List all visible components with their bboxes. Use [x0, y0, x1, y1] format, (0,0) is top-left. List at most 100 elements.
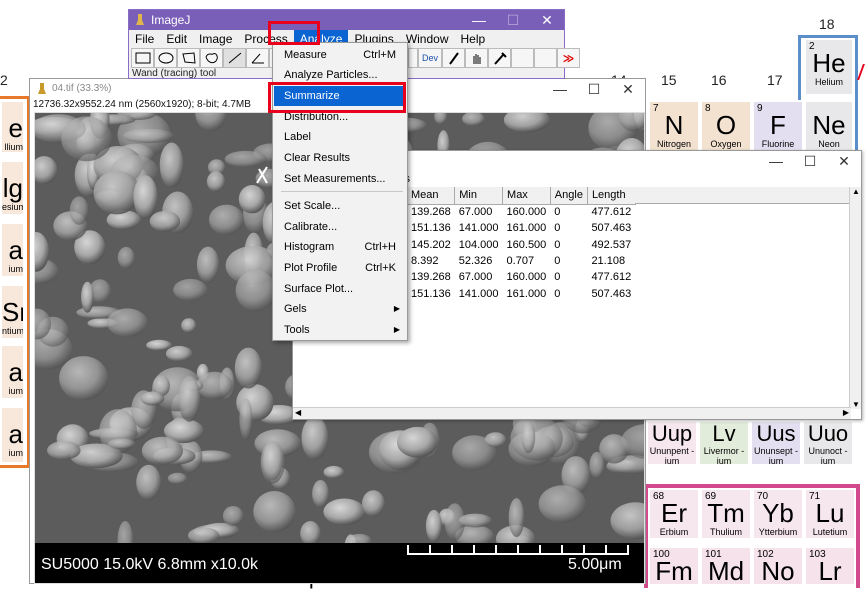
results-column-header[interactable]: Length — [587, 187, 636, 205]
menu-item-gels[interactable]: Gels ▶ — [274, 299, 406, 319]
rectangle-icon — [135, 52, 150, 64]
dev-icon: Dev — [421, 53, 438, 63]
table-row[interactable]: 151.136 141.000 161.000 0 507.463 — [407, 220, 635, 236]
brush-tool[interactable] — [442, 48, 465, 68]
table-cell: 0 — [554, 287, 561, 300]
particle — [122, 128, 174, 144]
menu-item-clear-results[interactable]: Clear Results — [274, 148, 406, 168]
minimize-icon[interactable]: — — [759, 153, 793, 169]
particle — [510, 416, 563, 461]
particle — [165, 345, 193, 362]
particle — [323, 498, 366, 526]
particle — [61, 116, 112, 162]
menu-image[interactable]: Image — [193, 30, 238, 48]
empty-tool-slot[interactable] — [511, 48, 534, 68]
oval-tool[interactable] — [154, 48, 177, 68]
scroll-up-icon[interactable]: ▲ — [852, 187, 860, 196]
minimize-icon[interactable]: — — [462, 12, 496, 28]
menu-item-label[interactable]: Label — [274, 127, 406, 147]
results-column-header[interactable]: Mean — [407, 187, 456, 205]
menu-item-surface-plot[interactable]: Surface Plot... — [274, 279, 406, 299]
menu-item-plot-profile[interactable]: Plot Profile Ctrl+K — [274, 258, 406, 278]
menu-help[interactable]: Help — [455, 30, 492, 48]
close-icon[interactable]: ✕ — [827, 153, 861, 170]
freehand-tool[interactable] — [200, 48, 223, 68]
table-cell: 161.000 — [506, 222, 547, 235]
maximize-icon[interactable]: ☐ — [793, 153, 827, 170]
table-cell: 67.000 — [458, 206, 493, 219]
close-icon[interactable]: ✕ — [530, 12, 564, 29]
particle — [181, 318, 197, 333]
results-column-header[interactable]: Max — [502, 187, 551, 205]
particle — [93, 170, 141, 215]
menu-edit[interactable]: Edit — [160, 30, 193, 48]
results-horizontal-scrollbar[interactable]: ◀ ▶ — [293, 407, 851, 419]
results-column-header[interactable]: Angle — [550, 187, 588, 205]
particle — [508, 498, 525, 538]
line-tool[interactable] — [223, 48, 246, 68]
results-table[interactable]: Mean Min Max Angle Length 139.268 67.000 160.0… — [407, 187, 636, 302]
particle — [425, 509, 442, 543]
imagej-microscope-icon — [38, 83, 46, 94]
element-cell: 69 Tm Thulium — [700, 488, 752, 540]
more-tools-button[interactable]: ≫ — [557, 48, 580, 68]
particle — [222, 506, 244, 526]
table-cell: 0.707 — [506, 255, 535, 268]
angle-tool[interactable] — [246, 48, 269, 68]
imagej-titlebar[interactable]: ImageJ — ☐ ✕ — [129, 10, 564, 30]
close-icon[interactable]: ✕ — [611, 81, 645, 98]
table-cell: 507.463 — [591, 287, 632, 300]
menu-item-tools[interactable]: Tools ▶ — [274, 320, 406, 340]
empty-tool-slot[interactable] — [534, 48, 557, 68]
group-number: 2 — [0, 72, 8, 88]
results-vertical-scrollbar[interactable]: ▲ ▼ — [849, 187, 861, 409]
table-cell: 145.202 — [411, 238, 451, 251]
table-cell: 0 — [554, 238, 561, 251]
table-row[interactable]: 145.202 104.000 160.500 0 492.537 — [407, 237, 635, 253]
menu-item-measure[interactable]: Measure Ctrl+M — [274, 45, 406, 65]
menu-item-calibrate[interactable]: Calibrate... — [274, 217, 406, 237]
particle — [136, 464, 161, 501]
table-cell: 0 — [554, 206, 561, 219]
particle — [140, 391, 165, 406]
double-arrow-icon: ≫ — [562, 52, 575, 65]
scroll-down-icon[interactable]: ▼ — [852, 400, 860, 409]
table-cell: 0 — [554, 222, 561, 235]
table-cell: 161.000 — [506, 287, 547, 300]
maximize-icon[interactable]: ☐ — [496, 12, 530, 29]
element-cell: Lv Livermor -ium — [698, 420, 750, 466]
table-cell: 151.136 — [411, 222, 451, 235]
table-row[interactable]: 139.268 67.000 160.000 0 477.612 — [407, 204, 635, 220]
scroll-right-icon[interactable]: ▶ — [843, 408, 849, 417]
menu-window[interactable]: Window — [400, 30, 455, 48]
freehand-icon — [205, 53, 218, 64]
rectangle-tool[interactable] — [131, 48, 154, 68]
table-cell: 507.463 — [591, 222, 632, 235]
element-cell: 7 N Nitrogen — [648, 100, 700, 152]
menu-item-set-scale[interactable]: Set Scale... — [274, 196, 406, 216]
imagej-title: ImageJ — [151, 13, 191, 27]
particle — [235, 270, 277, 312]
particle — [81, 281, 94, 313]
results-column-header[interactable]: Min — [454, 187, 504, 205]
table-row[interactable]: 8.392 52.326 0.707 0 21.108 — [407, 253, 635, 269]
table-cell: 160.000 — [506, 271, 547, 284]
table-row[interactable]: 139.268 67.000 160.000 0 477.612 — [407, 269, 635, 285]
developer-menu-tool[interactable]: Dev — [418, 48, 442, 68]
picker-tool[interactable] — [488, 48, 511, 68]
table-row[interactable]: 151.136 141.000 161.000 0 507.463 — [407, 285, 635, 301]
hand-tool[interactable] — [465, 48, 488, 68]
maximize-icon[interactable]: ☐ — [577, 81, 611, 98]
scroll-left-icon[interactable]: ◀ — [295, 408, 301, 417]
menu-file[interactable]: File — [129, 30, 160, 48]
annotation-highlight-summarize — [268, 82, 406, 113]
element-cell: 71 Lu Lutetium — [804, 488, 856, 540]
particle — [141, 436, 183, 465]
menu-item-histogram[interactable]: Histogram Ctrl+H — [274, 237, 406, 257]
particle — [521, 420, 536, 454]
polygon-tool[interactable] — [177, 48, 200, 68]
table-cell: 139.268 — [411, 206, 451, 219]
menu-item-set-measurements[interactable]: Set Measurements... — [274, 169, 406, 189]
minimize-icon[interactable]: — — [543, 81, 577, 97]
particle — [253, 491, 296, 533]
